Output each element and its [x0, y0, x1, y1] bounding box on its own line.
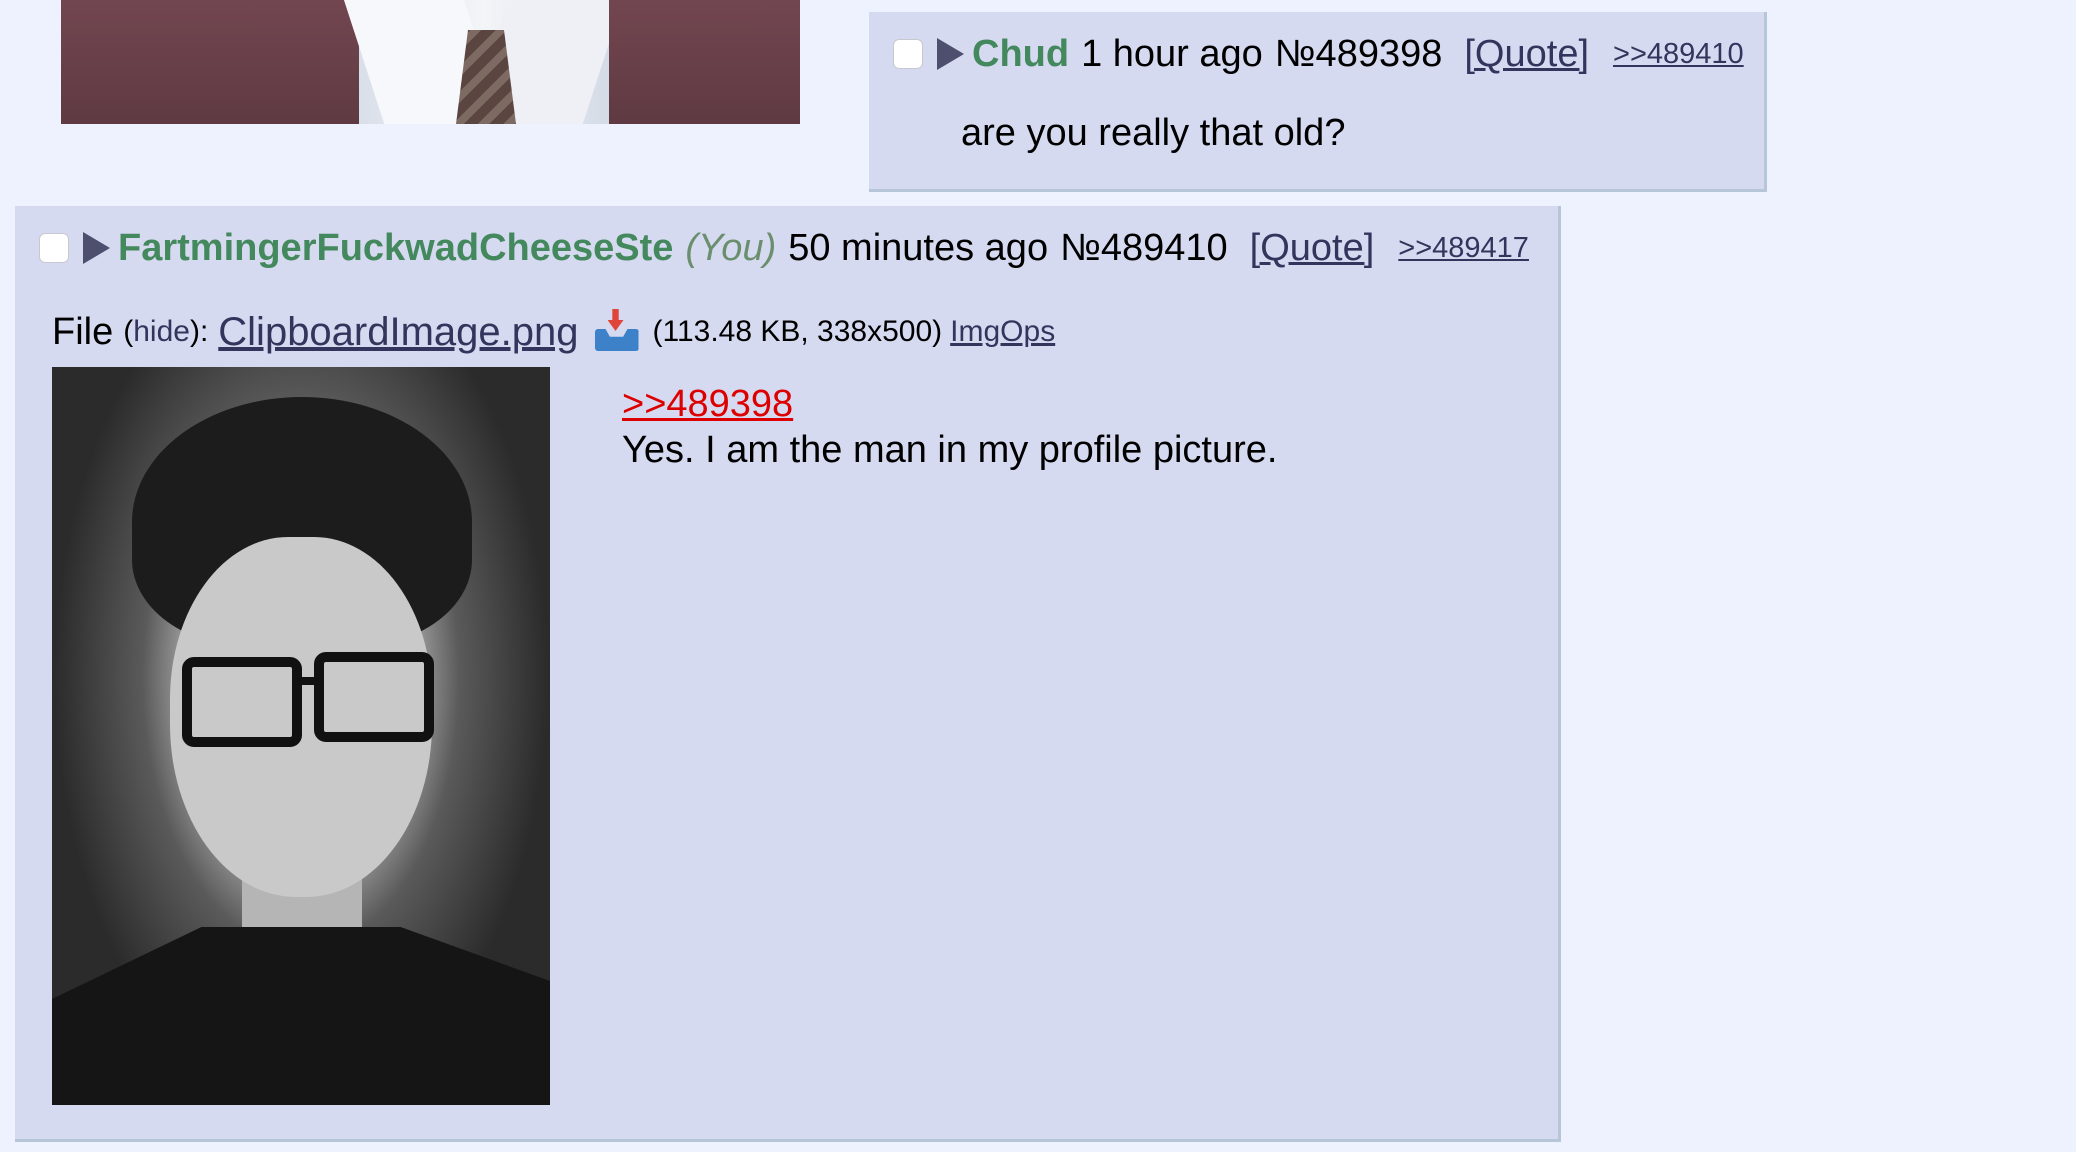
- imgops-link[interactable]: ImgOps: [950, 315, 1055, 349]
- paren-close: ):: [189, 315, 209, 348]
- paren-open: (: [123, 315, 134, 348]
- image-region: [609, 0, 800, 124]
- backlink[interactable]: >>489417: [1398, 232, 1529, 265]
- file-info: File (hide): ClipboardImage.png (113.48 …: [52, 302, 1055, 362]
- quote-button[interactable]: [Quote]: [1250, 227, 1375, 270]
- poster-name: FartmingerFuckwadCheeseSte: [118, 226, 674, 269]
- image-region: [52, 927, 550, 1105]
- reply-post: Chud 1 hour ago №489398 [Quote] >>489410…: [869, 12, 1767, 192]
- image-region: [61, 0, 361, 124]
- poster-name: Chud: [972, 32, 1070, 75]
- post-select-checkbox[interactable]: [893, 39, 923, 69]
- post-time: 1 hour ago: [1081, 32, 1263, 75]
- post-number[interactable]: №489398: [1275, 33, 1443, 76]
- post-menu-toggle-icon[interactable]: [937, 38, 964, 70]
- download-tray-shape: [594, 329, 639, 351]
- previous-post-image[interactable]: [61, 0, 800, 124]
- post-menu-toggle-icon[interactable]: [83, 232, 110, 264]
- reply-post: FartmingerFuckwadCheeseSte (You) 50 minu…: [15, 206, 1561, 1142]
- image-region: [182, 657, 302, 747]
- post-image-thumbnail[interactable]: [52, 367, 550, 1105]
- post-time: 50 minutes ago: [788, 226, 1049, 269]
- post-message-text: Yes. I am the man in my profile picture.: [622, 429, 1278, 471]
- download-icon[interactable]: [593, 309, 641, 355]
- hide-file-wrapper: (hide):: [123, 315, 208, 349]
- backlink[interactable]: >>489410: [1613, 38, 1744, 71]
- you-indicator: (You): [685, 226, 777, 269]
- hide-file-link[interactable]: hide: [133, 315, 190, 348]
- image-region: [314, 652, 434, 742]
- file-name-link[interactable]: ClipboardImage.png: [218, 310, 578, 355]
- download-arrow-shape: [607, 309, 624, 331]
- image-region: [300, 677, 318, 685]
- post-select-checkbox[interactable]: [39, 233, 69, 263]
- file-meta: (113.48 KB, 338x500): [652, 315, 943, 348]
- quote-button[interactable]: [Quote]: [1464, 33, 1589, 76]
- file-label: File: [52, 310, 114, 353]
- post-message: >>489398 Yes. I am the man in my profile…: [622, 381, 1277, 473]
- post-number[interactable]: №489410: [1060, 227, 1228, 270]
- post-message: are you really that old?: [961, 112, 1346, 154]
- post-info: FartmingerFuckwadCheeseSte (You) 50 minu…: [39, 226, 1529, 270]
- post-info: Chud 1 hour ago №489398 [Quote] >>489410: [893, 32, 1744, 76]
- quote-reference-link[interactable]: >>489398: [622, 383, 793, 425]
